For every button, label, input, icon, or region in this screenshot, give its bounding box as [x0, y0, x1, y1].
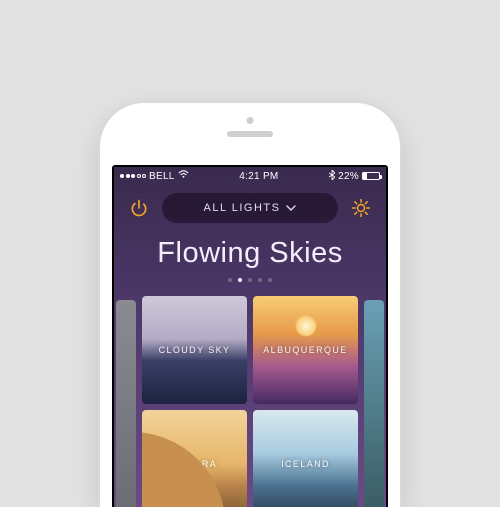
status-bar-left: BELL	[120, 170, 189, 182]
battery-percent: 22%	[338, 171, 359, 182]
header-row: ALL LIGHTS	[114, 185, 386, 227]
brightness-button[interactable]	[348, 195, 374, 221]
scene-tile-sahara[interactable]: SAHARA	[142, 410, 247, 507]
scene-tile-label: ICELAND	[281, 459, 330, 469]
scene-tile-label: SAHARA	[172, 459, 217, 469]
lights-selector[interactable]: ALL LIGHTS	[162, 193, 338, 223]
battery-icon	[362, 172, 380, 180]
prev-card-peek[interactable]	[116, 300, 136, 507]
power-button[interactable]	[126, 195, 152, 221]
scene-tile-label: CLOUDY SKY	[159, 345, 231, 355]
lights-selector-label: ALL LIGHTS	[204, 202, 281, 214]
page-indicator[interactable]	[114, 278, 386, 282]
signal-strength-icon	[120, 174, 146, 178]
page-title: Flowing Skies	[114, 237, 386, 270]
pager-dot[interactable]	[258, 278, 262, 282]
status-bar-right: 22%	[329, 170, 380, 183]
app-screen: BELL 4:21 PM	[114, 167, 386, 507]
wifi-icon	[178, 170, 189, 182]
chevron-down-icon	[286, 205, 296, 212]
bluetooth-icon	[329, 170, 335, 183]
screen-bezel: BELL 4:21 PM	[112, 165, 388, 507]
power-icon	[129, 198, 149, 218]
sun-icon	[351, 198, 371, 218]
phone-device-frame: BELL 4:21 PM	[100, 103, 400, 507]
clock-time: 4:21 PM	[239, 171, 278, 182]
pager-dot[interactable]	[238, 278, 242, 282]
status-bar: BELL 4:21 PM	[114, 167, 386, 185]
carrier-label: BELL	[149, 171, 175, 182]
scene-tile-iceland[interactable]: ICELAND	[253, 410, 358, 507]
pager-dot[interactable]	[268, 278, 272, 282]
scene-grid: CLOUDY SKY ALBUQUERQUE SAHARA ICELAND	[142, 296, 358, 507]
scene-carousel[interactable]: CLOUDY SKY ALBUQUERQUE SAHARA ICELAND	[114, 296, 386, 507]
pager-dot[interactable]	[228, 278, 232, 282]
scene-tile-label: ALBUQUERQUE	[263, 345, 347, 355]
scene-tile-albuquerque[interactable]: ALBUQUERQUE	[253, 296, 358, 404]
pager-dot[interactable]	[248, 278, 252, 282]
scene-tile-cloudy-sky[interactable]: CLOUDY SKY	[142, 296, 247, 404]
next-card-peek[interactable]	[364, 300, 384, 507]
